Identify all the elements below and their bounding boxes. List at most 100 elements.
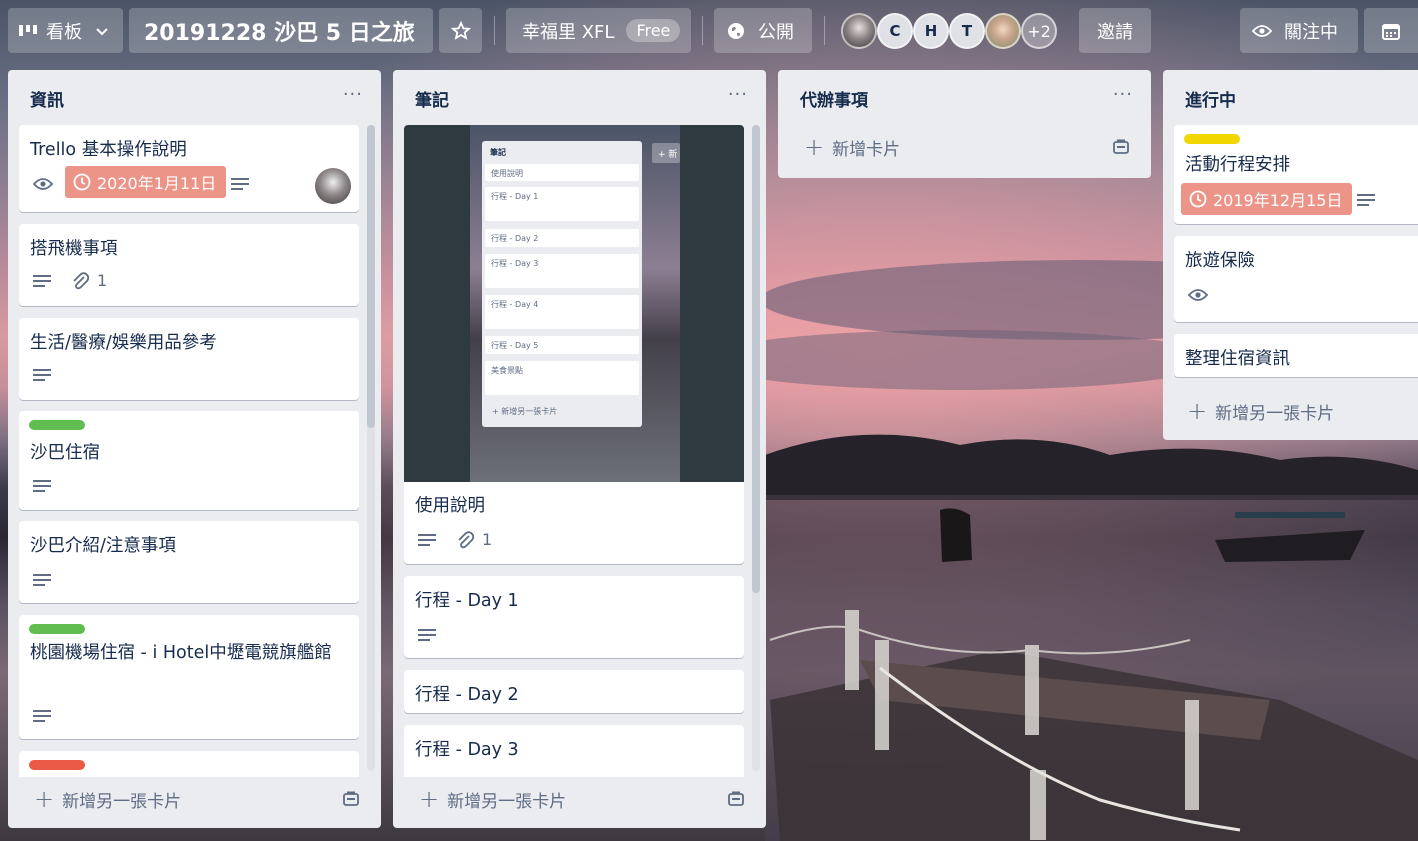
- card-title: 行程 - Day 1: [415, 591, 519, 611]
- eye-icon: [1188, 289, 1208, 301]
- description-icon: [33, 275, 51, 287]
- clock-icon: [73, 173, 91, 191]
- list-scrollbar[interactable]: [752, 125, 760, 771]
- invite-button[interactable]: 邀請: [1079, 8, 1151, 53]
- cover-mini-card: 行程 - Day 1: [485, 187, 639, 221]
- due-date-text: 2020年1月11日: [97, 174, 217, 193]
- card-supplies[interactable]: 生活/醫療/娛樂用品參考: [19, 318, 359, 400]
- card-member-avatar[interactable]: [315, 168, 351, 204]
- card-label-green[interactable]: [29, 624, 85, 634]
- plus-icon: +: [34, 785, 55, 813]
- member-avatar[interactable]: H: [913, 13, 949, 49]
- card-day-3[interactable]: 行程 - Day 3: [404, 725, 744, 777]
- member-avatar[interactable]: T: [949, 13, 985, 49]
- description-icon: [418, 629, 436, 641]
- card-day-2[interactable]: 行程 - Day 2: [404, 670, 744, 713]
- globe-icon: [728, 22, 744, 39]
- list-notes: 筆記 ··· 筆記 使用說明 行程 - Day 1 行程 - Day 2 行程 …: [393, 70, 766, 828]
- card-label-green[interactable]: [29, 420, 85, 430]
- visibility-label: 公開: [758, 21, 794, 43]
- add-card-label: 新增另一張卡片: [447, 791, 567, 812]
- card-template-icon[interactable]: [727, 790, 745, 808]
- card-template-icon[interactable]: [1112, 138, 1130, 156]
- card-title: 旅遊保險: [1185, 251, 1255, 271]
- card-title: 搭飛機事項: [30, 239, 118, 259]
- cover-mini-list: 筆記 使用說明 行程 - Day 1 行程 - Day 2 行程 - Day 3…: [482, 141, 642, 427]
- due-date-badge[interactable]: 2019年12月15日: [1181, 183, 1353, 215]
- plus-icon: +: [419, 785, 440, 813]
- cover-mini-card: 使用說明: [485, 164, 639, 181]
- list-scrollbar[interactable]: [367, 125, 375, 771]
- description-icon: [231, 178, 249, 190]
- star-button[interactable]: [439, 8, 482, 53]
- add-card-button[interactable]: + 新增卡片: [804, 132, 900, 162]
- card-label-red[interactable]: [29, 760, 85, 770]
- more-members-button[interactable]: +2: [1021, 13, 1057, 49]
- add-card-label: 新增另一張卡片: [62, 791, 182, 812]
- cover-mini-card: 行程 - Day 3: [485, 254, 639, 288]
- list-title[interactable]: 代辦事項: [800, 86, 868, 111]
- card-sabah-lodging[interactable]: 沙巴住宿: [19, 411, 359, 510]
- list-menu-button[interactable]: ···: [343, 84, 363, 105]
- card-title: 桃園機場住宿 - i Hotel中壢電競旗艦館: [30, 643, 332, 663]
- list-title[interactable]: 資訊: [30, 86, 64, 111]
- add-card-label: 新增卡片: [832, 139, 901, 160]
- card-title: Trello 基本操作說明: [30, 140, 187, 160]
- card-airport-hotel[interactable]: 桃園機場住宿 - i Hotel中壢電競旗艦館: [19, 615, 359, 739]
- list-title[interactable]: 筆記: [415, 86, 449, 111]
- list-title[interactable]: 進行中: [1185, 86, 1236, 111]
- cover-mini-card: 行程 - Day 2: [485, 229, 639, 247]
- board-view-label: 看板: [46, 21, 82, 43]
- card-container: 活動行程安排 2019年12月15日 旅遊保險 整理住宿資訊: [1174, 125, 1418, 385]
- eye-icon: [1252, 24, 1272, 37]
- card-lodging-info[interactable]: 整理住宿資訊: [1174, 334, 1418, 377]
- description-icon: [418, 534, 436, 546]
- card-usage-guide[interactable]: 筆記 使用說明 行程 - Day 1 行程 - Day 2 行程 - Day 3…: [404, 125, 744, 564]
- due-date-text: 2019年12月15日: [1213, 191, 1343, 210]
- list-menu-button[interactable]: ···: [728, 84, 748, 105]
- plus-icon: +: [804, 133, 825, 161]
- card-title: 整理住宿資訊: [1185, 349, 1290, 369]
- team-button[interactable]: 幸福里 XFL Free: [506, 8, 691, 53]
- scrollbar-thumb[interactable]: [752, 125, 760, 593]
- scrollbar-thumb[interactable]: [367, 125, 375, 428]
- team-plan-badge: Free: [626, 19, 681, 42]
- board-title[interactable]: 20191228 沙巴 5 日之旅: [129, 8, 433, 53]
- member-avatar[interactable]: C: [877, 13, 913, 49]
- cover-mini-card: 美食景點: [485, 361, 639, 395]
- add-card-button[interactable]: + 新增另一張卡片: [419, 784, 566, 814]
- card-title: 沙巴介紹/注意事項: [30, 536, 176, 556]
- watch-button[interactable]: 關注中: [1240, 8, 1358, 53]
- add-card-button[interactable]: + 新增另一張卡片: [1187, 396, 1334, 426]
- calendar-icon: [1382, 23, 1400, 40]
- list-menu-button[interactable]: ···: [1113, 84, 1133, 105]
- visibility-button[interactable]: 公開: [714, 8, 812, 53]
- member-avatar[interactable]: [985, 13, 1021, 49]
- paperclip-icon: [458, 531, 474, 549]
- card-container: Trello 基本操作說明 2020年1月11日 搭飛機事項 1 生活/醫療/娛…: [19, 125, 359, 777]
- due-date-badge[interactable]: 2020年1月11日: [65, 166, 227, 198]
- card-day-1[interactable]: 行程 - Day 1: [404, 576, 744, 658]
- card-travel-insurance[interactable]: 旅遊保險: [1174, 236, 1418, 322]
- description-icon: [33, 480, 51, 492]
- cover-mini-list-title: 筆記: [490, 148, 506, 157]
- watch-label: 關注中: [1284, 21, 1338, 43]
- add-card-button[interactable]: + 新增另一張卡片: [34, 784, 181, 814]
- card-partial[interactable]: [19, 751, 359, 777]
- member-avatar[interactable]: [841, 13, 877, 49]
- card-trello-guide[interactable]: Trello 基本操作說明 2020年1月11日: [19, 125, 359, 212]
- card-title: 沙巴住宿: [30, 443, 100, 463]
- paperclip-icon: [73, 272, 89, 290]
- card-flight-notes[interactable]: 搭飛機事項 1: [19, 224, 359, 306]
- description-icon: [33, 369, 51, 381]
- card-label-yellow[interactable]: [1184, 134, 1240, 144]
- card-title: 活動行程安排: [1185, 155, 1290, 175]
- card-template-icon[interactable]: [342, 790, 360, 808]
- board-view-switcher[interactable]: 看板: [8, 8, 123, 53]
- card-sabah-intro[interactable]: 沙巴介紹/注意事項: [19, 521, 359, 603]
- clock-icon: [1189, 190, 1207, 208]
- calendar-button[interactable]: [1364, 8, 1418, 53]
- add-card-label: 新增另一張卡片: [1215, 403, 1335, 424]
- card-itinerary[interactable]: 活動行程安排 2019年12月15日: [1174, 125, 1418, 224]
- description-icon: [1357, 194, 1375, 206]
